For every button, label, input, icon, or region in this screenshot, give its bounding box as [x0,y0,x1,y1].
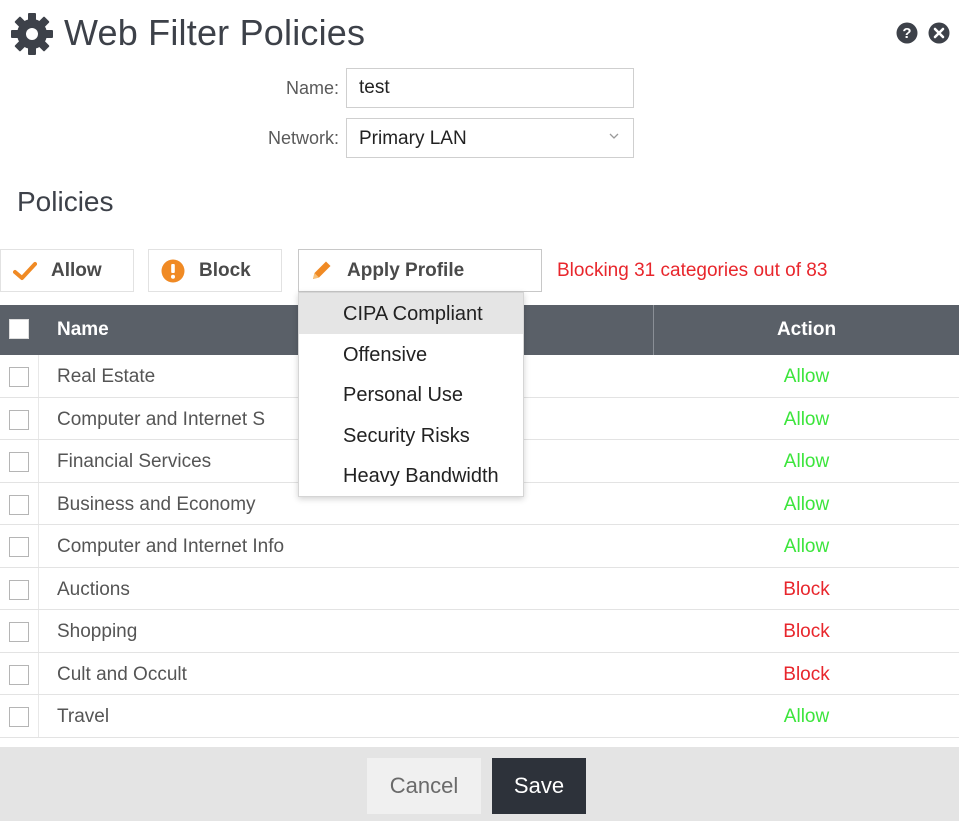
dialog-header: Web Filter Policies ? [0,0,959,64]
category-action[interactable]: Block [654,579,959,601]
network-select[interactable]: Primary LAN [346,118,634,158]
row-divider [38,652,39,694]
menu-item-personal-use[interactable]: Personal Use [299,374,523,415]
category-action[interactable]: Allow [654,706,959,728]
name-row: Name: [0,68,959,108]
table-row[interactable]: Auctions Block [0,567,959,610]
pencil-icon [313,261,331,279]
dialog-footer: Cancel Save [0,747,959,821]
row-divider [38,695,39,737]
category-action[interactable]: Allow [654,451,959,473]
apply-profile-label: Apply Profile [347,259,465,281]
category-name: Real Estate [57,366,156,387]
category-action[interactable]: Block [654,664,959,686]
row-divider [38,355,39,397]
row-divider [38,525,39,567]
allow-button-label: Allow [51,259,102,281]
category-name: Business and Economy [57,493,256,515]
table-row[interactable]: Shopping Block [0,610,959,653]
category-name: Cult and Occult [57,663,187,685]
gear-icon [11,13,53,55]
apply-profile-button[interactable]: Apply Profile [298,249,542,292]
category-action[interactable]: Block [654,621,959,643]
category-action[interactable]: Allow [654,494,959,516]
help-icon[interactable]: ? [896,22,918,44]
row-checkbox[interactable] [9,664,29,685]
table-row[interactable]: Travel Allow [0,695,959,738]
menu-item-security-risks[interactable]: Security Risks [299,415,523,456]
column-header-action[interactable]: Action [654,319,959,341]
save-button[interactable]: Save [492,758,586,814]
category-name: Shopping [57,621,138,642]
table-row[interactable]: Computer and Internet Info Allow [0,525,959,568]
close-icon[interactable] [928,22,950,44]
row-checkbox[interactable] [9,367,29,387]
network-select-value: Primary LAN [359,128,467,149]
category-name: Computer and Internet S [57,408,266,430]
name-label: Name: [285,78,339,98]
page-title: Web Filter Policies [64,12,366,53]
row-divider [38,440,39,482]
svg-text:?: ? [902,25,911,42]
allow-button[interactable]: Allow [0,249,134,292]
block-button[interactable]: Block [148,249,282,292]
section-title: Policies [17,186,114,217]
row-checkbox[interactable] [9,452,29,472]
category-action[interactable]: Allow [654,366,959,388]
category-action[interactable]: Allow [654,536,959,558]
chevron-down-icon [609,133,619,139]
category-name: Travel [57,706,110,727]
row-divider [38,610,39,652]
cancel-button[interactable]: Cancel [367,758,481,814]
network-row: Network: Primary LAN [0,118,959,158]
row-checkbox[interactable] [9,622,29,642]
row-checkbox[interactable] [9,494,29,515]
profile-dropdown-menu: CIPA Compliant Offensive Personal Use Se… [298,292,524,497]
row-checkbox[interactable] [9,579,29,600]
block-button-label: Block [199,259,251,281]
network-label: Network: [267,128,339,148]
blocking-status: Blocking 31 categories out of 83 [557,260,828,281]
row-divider [38,482,39,524]
table-row[interactable]: Cult and Occult Block [0,652,959,695]
menu-item-cipa-compliant[interactable]: CIPA Compliant [299,293,523,334]
row-checkbox[interactable] [9,537,29,557]
row-checkbox[interactable] [9,707,29,727]
category-action[interactable]: Allow [654,409,959,431]
select-all-checkbox[interactable] [9,319,29,339]
row-checkbox[interactable] [9,409,29,430]
category-name: Financial Services [57,451,212,472]
warning-icon [161,259,185,282]
menu-item-heavy-bandwidth[interactable]: Heavy Bandwidth [299,455,523,496]
check-icon [13,261,37,280]
category-name: Computer and Internet Info [57,536,285,557]
row-divider [38,567,39,609]
column-header-name[interactable]: Name [57,319,109,341]
category-name: Auctions [57,578,130,600]
menu-item-offensive[interactable]: Offensive [299,334,523,375]
row-divider [38,397,39,439]
name-input[interactable] [346,68,634,108]
